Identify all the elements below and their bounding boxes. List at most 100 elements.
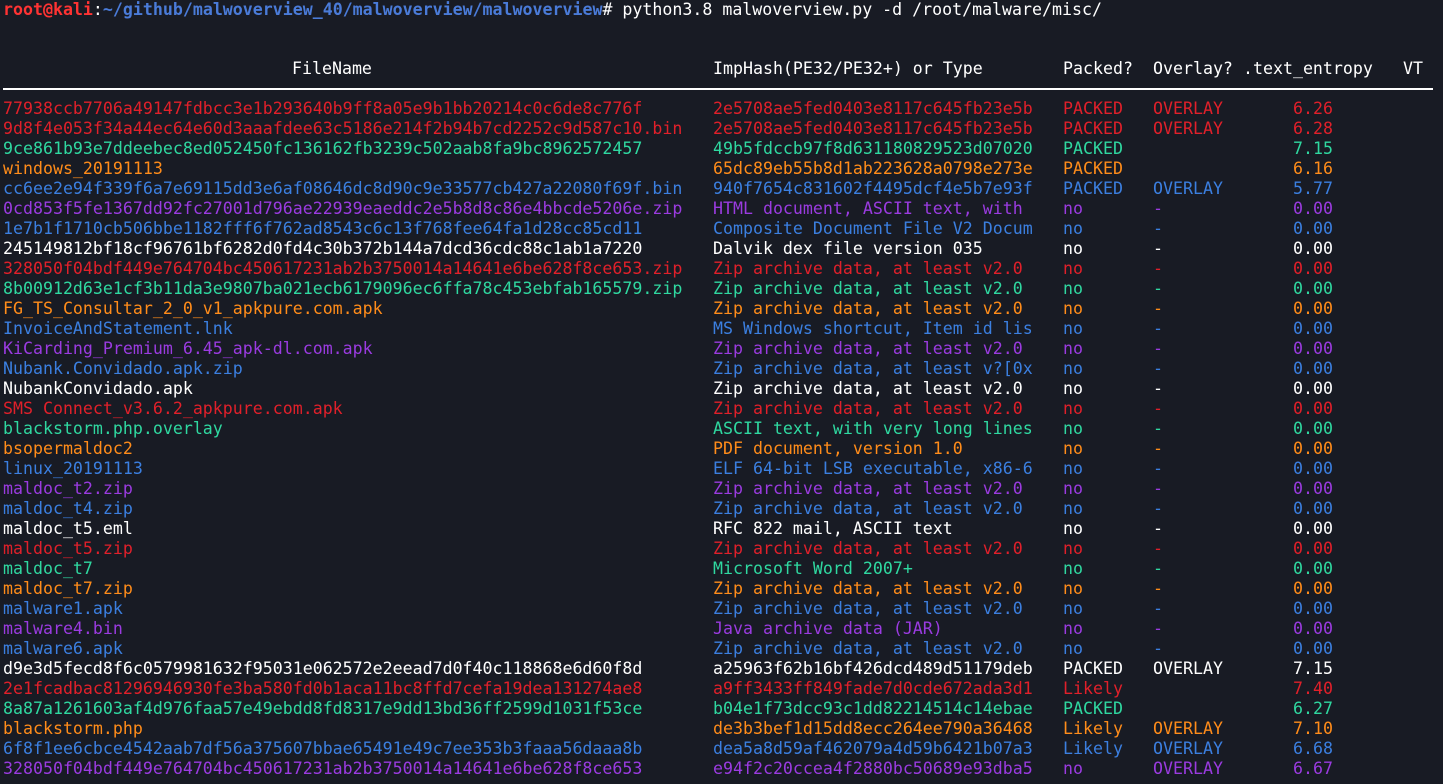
cell-entropy: 0.00 (1293, 199, 1333, 218)
cell-entropy: 0.00 (1293, 379, 1333, 398)
cell-filename: maldoc_t7.zip (3, 579, 133, 598)
cell-packed: PACKED (1063, 159, 1123, 178)
cell-imphash: RFC 822 mail, ASCII text (713, 519, 953, 538)
cell-packed: PACKED (1063, 139, 1123, 158)
table-row: maldoc_t5.eml RFC 822 mail, ASCII text no -… (0, 519, 1443, 539)
cell-imphash: Zip archive data, at least v2.0 (713, 299, 1023, 318)
cell-entropy: 6.68 (1293, 739, 1333, 758)
cell-packed: no (1063, 439, 1083, 458)
cell-imphash: a9ff3433ff849fade7d0cde672ada3d1 (713, 679, 1033, 698)
cell-overlay: OVERLAY (1153, 99, 1223, 118)
cell-entropy: 0.00 (1293, 499, 1333, 518)
cell-filename: cc6ee2e94f339f6a7e69115dd3e6af08646dc8d9… (3, 179, 683, 198)
table-row: maldoc_t2.zip Zip archive data, at least … (0, 479, 1443, 499)
cell-entropy: 0.00 (1293, 319, 1333, 338)
table-row: 9ce861b93e7ddeebec8ed052450fc136162fb323… (0, 139, 1443, 159)
cell-imphash: Microsoft Word 2007+ (713, 559, 913, 578)
cell-imphash: Zip archive data, at least v2.0 (713, 379, 1023, 398)
cell-overlay: - (1153, 359, 1163, 378)
table-row: 328050f04bdf449e764704bc450617231ab2b375… (0, 259, 1443, 279)
table-row: 245149812bf18cf96761bf6282d0fd4c30b372b1… (0, 239, 1443, 259)
cell-filename: blackstorm.php.overlay (3, 419, 223, 438)
header-vt: VT (1403, 59, 1423, 78)
table-row: malware4.bin Java archive data (JAR) no - 0.… (0, 619, 1443, 639)
cell-imphash: 49b5fdccb97f8d631180829523d07020 (713, 139, 1033, 158)
table-row: d9e3d5fecd8f6c0579981632f95031e062572e2e… (0, 659, 1443, 679)
cell-packed: no (1063, 519, 1083, 538)
header-imphash: ImpHash(PE32/PE32+) or Type (713, 59, 983, 78)
cell-filename: Nubank.Convidado.apk.zip (3, 359, 243, 378)
table-header: FileName ImpHash(PE32/PE32+) or Type Pac… (0, 59, 1443, 79)
table-row: maldoc_t7.zip Zip archive data, at least … (0, 579, 1443, 599)
cell-filename: 0cd853f5fe1367dd92fc27001d796ae22939eaed… (3, 199, 683, 218)
prompt-separator: : (92, 0, 103, 19)
cell-entropy: 5.77 (1293, 179, 1333, 198)
cell-filename: malware4.bin (3, 619, 123, 638)
cell-overlay: - (1153, 519, 1163, 538)
table-row: malware1.apk Zip archive data, at least v… (0, 599, 1443, 619)
cell-overlay: - (1153, 199, 1163, 218)
prompt-user-host: root@kali (3, 0, 93, 19)
table-row: bsopermaldoc2 PDF document, version 1.0 no… (0, 439, 1443, 459)
cell-imphash: 2e5708ae5fed0403e8117c645fb23e5b (713, 99, 1033, 118)
cell-packed: no (1063, 539, 1083, 558)
cell-filename: bsopermaldoc2 (3, 439, 133, 458)
cell-imphash: Zip archive data, at least v2.0 (713, 499, 1023, 518)
cell-entropy: 0.00 (1293, 639, 1333, 658)
cell-entropy: 6.67 (1293, 759, 1333, 778)
table-row: NubankConvidado.apk Zip archive data, at … (0, 379, 1443, 399)
cell-imphash: b04e1f73dcc93c1dd82214514c14ebae (713, 699, 1033, 718)
cell-entropy: 0.00 (1293, 399, 1333, 418)
cell-filename: windows_20191113 (3, 159, 163, 178)
cell-imphash: Zip archive data, at least v2.0 (713, 579, 1023, 598)
header-overlay: Overlay? (1153, 59, 1233, 78)
command-text: python3.8 malwoverview.py -d /root/malwa… (622, 0, 1102, 19)
cell-imphash: Dalvik dex file version 035 (713, 239, 983, 258)
cell-filename: FG_TS_Consultar_2_0_v1_apkpure.com.apk (3, 299, 383, 318)
cell-overlay: - (1153, 379, 1163, 398)
table-row: InvoiceAndStatement.lnk MS Windows shortc… (0, 319, 1443, 339)
cell-filename: 9d8f4e053f34a44ec64e60d3aaafdee63c5186e2… (3, 119, 683, 138)
cell-filename: 8a87a1261603af4d976faa57e49ebdd8fd8317e9… (3, 699, 643, 718)
cell-packed: no (1063, 499, 1083, 518)
cell-filename: 2e1fcadbac81296946930fe3ba580fd0b1aca11b… (3, 679, 643, 698)
cell-imphash: ELF 64-bit LSB executable, x86-6 (713, 459, 1033, 478)
cell-overlay: - (1153, 539, 1163, 558)
table-row: 0cd853f5fe1367dd92fc27001d796ae22939eaed… (0, 199, 1443, 219)
cell-imphash: Zip archive data, at least v2.0 (713, 339, 1023, 358)
cell-packed: no (1063, 359, 1083, 378)
cell-imphash: de3b3bef1d15dd8ecc264ee790a36468 (713, 719, 1033, 738)
header-entropy: .text_entropy (1243, 59, 1373, 78)
cell-filename: 8b00912d63e1cf3b11da3e9807ba021ecb617909… (3, 279, 683, 298)
cell-packed: no (1063, 379, 1083, 398)
header-filename: FileName (292, 59, 372, 78)
cell-imphash: MS Windows shortcut, Item id lis (713, 319, 1033, 338)
cell-packed: PACKED (1063, 699, 1123, 718)
cell-filename: malware1.apk (3, 599, 123, 618)
cell-overlay: - (1153, 439, 1163, 458)
cell-overlay: - (1153, 559, 1163, 578)
table-row: Nubank.Convidado.apk.zip Zip archive data… (0, 359, 1443, 379)
cell-entropy: 0.00 (1293, 299, 1333, 318)
terminal-window[interactable]: root@kali:~/github/malwoverview_40/malwo… (0, 0, 1443, 784)
cell-overlay: - (1153, 499, 1163, 518)
cell-packed: no (1063, 419, 1083, 438)
cell-filename: d9e3d5fecd8f6c0579981632f95031e062572e2e… (3, 659, 643, 678)
cell-overlay: - (1153, 339, 1163, 358)
cell-filename: malware6.apk (3, 639, 123, 658)
cell-entropy: 0.00 (1293, 519, 1333, 538)
cell-entropy: 0.00 (1293, 459, 1333, 478)
cell-packed: no (1063, 339, 1083, 358)
cell-overlay: - (1153, 319, 1163, 338)
cell-filename: maldoc_t7 (3, 559, 93, 578)
prompt-path: ~/github/malwoverview_40/malwoverview/ma… (102, 0, 603, 19)
cell-filename: linux_20191113 (3, 459, 143, 478)
cell-packed: PACKED (1063, 99, 1123, 118)
cell-entropy: 0.00 (1293, 439, 1333, 458)
table-row: 2e1fcadbac81296946930fe3ba580fd0b1aca11b… (0, 679, 1443, 699)
cell-filename: 9ce861b93e7ddeebec8ed052450fc136162fb323… (3, 139, 643, 158)
cell-packed: no (1063, 399, 1083, 418)
cell-entropy: 0.00 (1293, 279, 1333, 298)
cell-imphash: dea5a8d59af462079a4d59b6421b07a3 (713, 739, 1033, 758)
cell-imphash: 940f7654c831602f4495dcf4e5b7e93f (713, 179, 1033, 198)
